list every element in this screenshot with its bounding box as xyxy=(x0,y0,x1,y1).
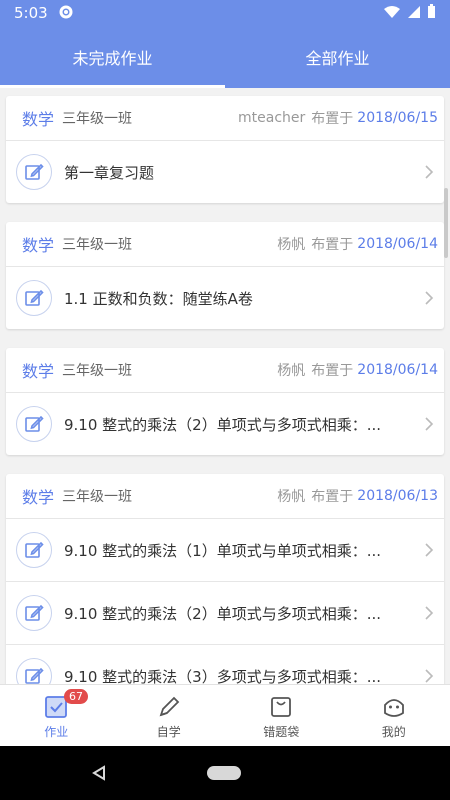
homework-title: 9.10 整式的乘法（2）单项式与多项式相乘：... xyxy=(64,415,382,434)
assigned-date: 2018/06/14 xyxy=(357,362,438,378)
homework-count-badge: 67 xyxy=(64,689,88,704)
back-icon[interactable] xyxy=(92,765,106,781)
class-label: 三年级一班 xyxy=(62,111,133,127)
assigned-label: 布置于 xyxy=(311,111,354,127)
assigned-label: 布置于 xyxy=(311,363,354,379)
homework-item[interactable]: 1.1 正数和负数：随堂练A卷 xyxy=(6,267,444,329)
group-header: 数学 三年级一班 杨帆 布置于 2018/06/13 xyxy=(6,474,444,519)
nav-label: 错题袋 xyxy=(263,724,300,739)
class-label: 三年级一班 xyxy=(62,363,133,379)
pencil-icon xyxy=(159,696,180,716)
edit-icon xyxy=(16,154,52,190)
edit-icon xyxy=(16,532,52,568)
chevron-right-icon xyxy=(425,606,434,620)
home-pill[interactable] xyxy=(207,766,241,780)
edit-icon xyxy=(16,406,52,442)
teacher-name: 杨帆 xyxy=(277,489,306,505)
homework-item[interactable]: 9.10 整式的乘法（1）单项式与单项式相乘：... xyxy=(6,519,444,581)
homework-item[interactable]: 9.10 整式的乘法（3）多项式与多项式相乘：... xyxy=(6,644,444,684)
homework-group: 数学 三年级一班 杨帆 布置于 2018/06/14 9.10 整式的乘法（2）… xyxy=(6,348,444,455)
subject-label: 数学 xyxy=(22,110,55,129)
subject-label: 数学 xyxy=(22,362,55,381)
nav-mistake-bag[interactable]: 错题袋 xyxy=(225,685,338,747)
homework-item[interactable]: 第一章复习题 xyxy=(6,141,444,203)
tab-unfinished[interactable]: 未完成作业 xyxy=(0,26,225,88)
chevron-right-icon xyxy=(425,417,434,431)
homework-item[interactable]: 9.10 整式的乘法（2）单项式与多项式相乘：... xyxy=(6,581,444,644)
homework-title: 9.10 整式的乘法（2）单项式与多项式相乘：... xyxy=(64,604,382,623)
nav-label: 自学 xyxy=(156,724,181,739)
teacher-name: 杨帆 xyxy=(277,237,306,253)
system-icons xyxy=(383,4,436,19)
homework-title: 第一章复习题 xyxy=(64,163,155,182)
bag-icon xyxy=(271,696,292,717)
bottom-nav: 作业 67 自学 错题袋 我的 xyxy=(0,684,450,747)
subject-label: 数学 xyxy=(22,488,55,507)
nav-label: 作业 xyxy=(44,724,69,739)
subject-label: 数学 xyxy=(22,236,55,255)
homework-group: 数学 三年级一班 mteacher 布置于 2018/06/15 第一章复习题 xyxy=(6,96,444,203)
battery-icon xyxy=(428,4,435,18)
homework-item[interactable]: 9.10 整式的乘法（2）单项式与多项式相乘：... xyxy=(6,393,444,455)
chevron-right-icon xyxy=(425,543,434,557)
homework-group: 数学 三年级一班 杨帆 布置于 2018/06/14 1.1 正数和负数：随堂练… xyxy=(6,222,444,329)
homework-title: 9.10 整式的乘法（3）多项式与多项式相乘：... xyxy=(64,667,382,685)
tab-all[interactable]: 全部作业 xyxy=(225,26,450,88)
nav-self-study[interactable]: 自学 xyxy=(113,685,226,747)
status-bar: 5:03 xyxy=(0,0,450,26)
chevron-right-icon xyxy=(425,291,434,305)
group-header: 数学 三年级一班 杨帆 布置于 2018/06/14 xyxy=(6,348,444,393)
nav-homework[interactable]: 作业 67 xyxy=(0,685,113,747)
group-header: 数学 三年级一班 mteacher 布置于 2018/06/15 xyxy=(6,96,444,141)
teacher-name: 杨帆 xyxy=(277,363,306,379)
signal-icon xyxy=(408,5,420,18)
teacher-name: mteacher xyxy=(238,110,306,126)
system-nav-bar xyxy=(0,746,450,800)
nav-profile[interactable]: 我的 xyxy=(338,685,450,747)
assigned-date: 2018/06/13 xyxy=(357,488,438,504)
chevron-right-icon xyxy=(425,165,434,179)
homework-tabs: 未完成作业 全部作业 xyxy=(0,26,450,88)
chevron-right-icon xyxy=(425,669,434,683)
group-header: 数学 三年级一班 杨帆 布置于 2018/06/14 xyxy=(6,222,444,267)
homework-list[interactable]: 数学 三年级一班 mteacher 布置于 2018/06/15 第一章复习题 … xyxy=(0,88,450,684)
edit-icon xyxy=(16,595,52,631)
nav-label: 我的 xyxy=(381,724,406,739)
gear-icon xyxy=(59,5,73,19)
edit-icon xyxy=(16,658,52,684)
class-label: 三年级一班 xyxy=(62,489,133,505)
profile-icon xyxy=(383,698,404,717)
assigned-date: 2018/06/15 xyxy=(357,110,438,126)
homework-title: 9.10 整式的乘法（1）单项式与单项式相乘：... xyxy=(64,541,382,560)
wifi-icon xyxy=(384,5,400,18)
homework-title: 1.1 正数和负数：随堂练A卷 xyxy=(64,289,253,308)
assigned-label: 布置于 xyxy=(311,237,354,253)
assigned-date: 2018/06/14 xyxy=(357,236,438,252)
scrollbar[interactable] xyxy=(444,188,448,258)
status-time: 5:03 xyxy=(14,4,48,22)
class-label: 三年级一班 xyxy=(62,237,133,253)
homework-group: 数学 三年级一班 杨帆 布置于 2018/06/13 9.10 整式的乘法（1）… xyxy=(6,474,444,684)
assigned-label: 布置于 xyxy=(311,489,354,505)
edit-icon xyxy=(16,280,52,316)
